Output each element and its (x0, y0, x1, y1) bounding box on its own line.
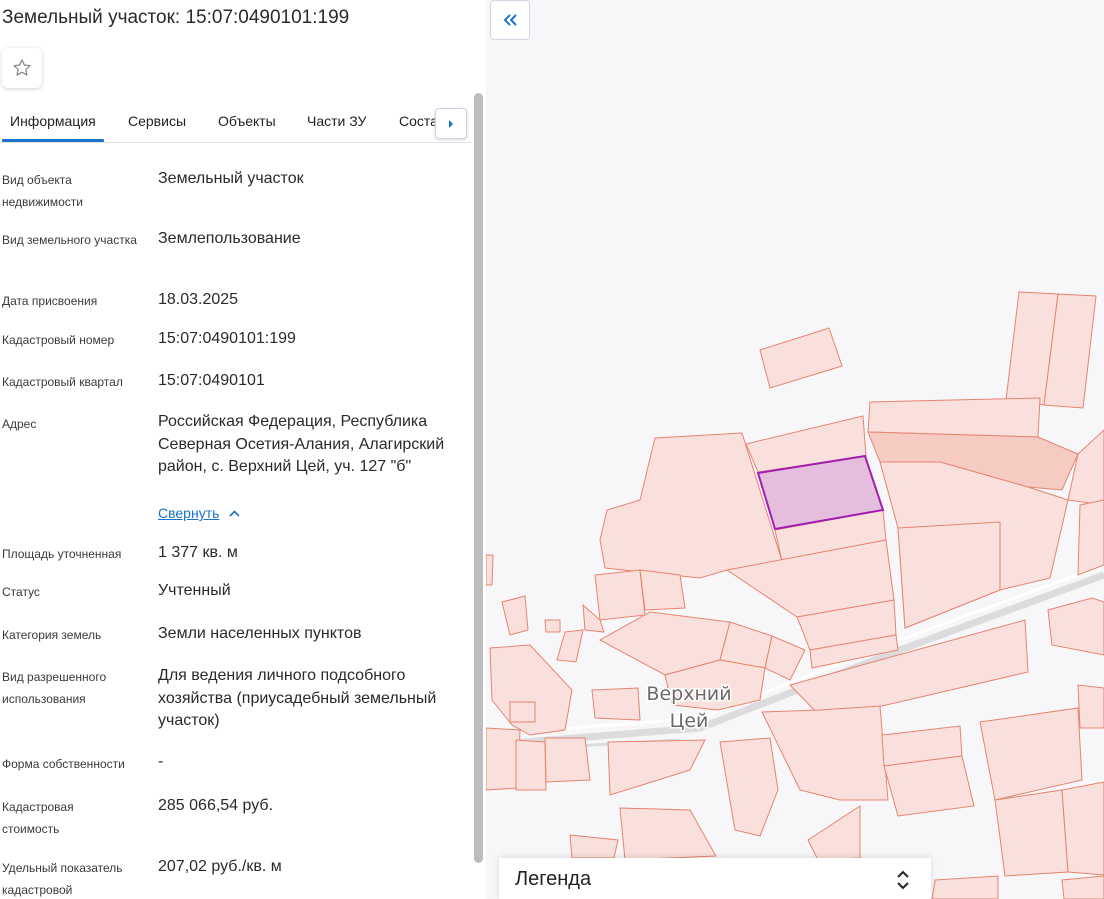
land-parcel[interactable] (515, 739, 547, 791)
tab-bar: Информация Сервисы Объекты Части ЗУ Сост… (0, 100, 472, 143)
panel-scrollbar-thumb[interactable] (474, 93, 483, 863)
tab-services[interactable]: Сервисы (128, 113, 186, 129)
place-label-line2: Цей (670, 710, 709, 732)
field-label-address: Адрес (2, 417, 37, 431)
legend-title: Легенда (515, 868, 592, 890)
land-parcel[interactable] (594, 569, 646, 621)
land-parcel[interactable] (607, 739, 706, 796)
field-value-assign-date: 18.03.2025 (158, 291, 239, 308)
land-parcel[interactable] (544, 737, 591, 783)
land-parcel[interactable] (1077, 684, 1104, 729)
active-tab-indicator (2, 139, 104, 142)
cadastral-map[interactable]: Верхний Цей (486, 0, 1104, 899)
land-parcel[interactable] (867, 397, 1041, 438)
land-parcel[interactable] (1077, 499, 1104, 576)
land-parcel[interactable] (486, 727, 521, 791)
field-label-land-category: Категория земель (2, 628, 102, 642)
field-value-land-type: Землепользование (158, 230, 301, 247)
land-parcel[interactable] (1047, 597, 1104, 656)
field-label-permitted-use: Вид разрешенного использования (2, 670, 107, 706)
land-parcel[interactable] (619, 807, 717, 861)
map-canvas[interactable]: Верхний Цей (486, 0, 1104, 899)
land-parcel[interactable] (979, 707, 1083, 801)
field-value-permitted-use: Для ведения личного подсобного хозяйства… (158, 667, 437, 729)
land-parcel[interactable] (544, 619, 561, 633)
land-parcel[interactable] (639, 569, 686, 611)
land-parcel[interactable] (591, 687, 641, 721)
field-label-assign-date: Дата присвоения (2, 294, 98, 308)
land-parcel[interactable] (994, 789, 1069, 877)
address-collapse-link[interactable]: Свернуть (158, 505, 240, 521)
tab-objects[interactable]: Объекты (218, 113, 276, 129)
land-parcel[interactable] (759, 327, 843, 389)
land-parcel[interactable] (931, 875, 999, 899)
field-label-cadastral-value: Кадастровая стоимость (2, 800, 74, 836)
field-label-cadastral-quarter: Кадастровый квартал (2, 375, 123, 389)
land-parcel[interactable] (897, 521, 1001, 629)
field-value-area: 1 377 кв. м (158, 544, 238, 561)
land-parcel[interactable] (556, 629, 584, 663)
field-label-object-type: Вид объекта недвижимости (2, 173, 83, 209)
land-parcel[interactable] (719, 737, 779, 837)
collapse-panel-button[interactable] (490, 0, 530, 40)
land-parcel[interactable] (807, 805, 861, 861)
land-parcel[interactable] (1061, 781, 1104, 876)
tab-information[interactable]: Информация (10, 113, 96, 129)
chevron-up-icon (229, 509, 240, 517)
chevron-up-down-icon[interactable] (893, 868, 913, 892)
field-label-specific-index: Удельный показатель кадастровой (2, 861, 123, 897)
field-label-cadastral-number: Кадастровый номер (2, 333, 115, 347)
field-value-land-category: Земли населенных пунктов (158, 625, 362, 642)
double-chevron-left-icon (503, 14, 517, 26)
page-title: Земельный участок: 15:07:0490101:199 (2, 7, 350, 28)
land-parcel[interactable] (1061, 875, 1104, 899)
field-label-ownership-form: Форма собственности (2, 757, 125, 771)
land-parcel[interactable] (569, 834, 619, 859)
land-parcel[interactable] (509, 701, 536, 723)
caret-right-icon (449, 119, 453, 128)
field-value-status: Учтенный (158, 582, 231, 599)
field-label-status: Статус (2, 585, 40, 599)
map-legend[interactable]: Легенда (499, 858, 931, 899)
info-panel: Земельный участок: 15:07:0490101:199 Инф… (0, 0, 486, 899)
address-collapse-label: Свернуть (158, 505, 220, 521)
field-value-cadastral-value: 285 066,54 руб. (158, 797, 274, 814)
land-parcel[interactable] (501, 595, 529, 636)
land-parcel[interactable] (1067, 429, 1104, 506)
field-label-area: Площадь уточненная (2, 547, 122, 561)
place-label-line1: Верхний (646, 683, 731, 705)
land-parcel[interactable] (883, 755, 975, 817)
field-value-specific-index: 207,02 руб./кв. м (158, 858, 282, 875)
favorite-button[interactable] (2, 48, 42, 88)
field-value-ownership-form: - (158, 753, 164, 770)
field-value-cadastral-quarter: 15:07:0490101 (158, 372, 265, 389)
field-label-land-type: Вид земельного участка (2, 233, 137, 247)
field-value-object-type: Земельный участок (158, 170, 304, 187)
star-outline-icon (13, 59, 31, 76)
land-parcel[interactable] (761, 705, 889, 801)
tab-land-parts[interactable]: Части ЗУ (307, 113, 366, 129)
field-value-address: Российская Федерация, Республика Северна… (158, 413, 445, 475)
tabs-scroll-right-button[interactable] (435, 108, 467, 139)
land-parcel[interactable] (764, 635, 806, 681)
land-parcel[interactable] (486, 554, 494, 586)
field-value-cadastral-number: 15:07:0490101:199 (158, 330, 296, 347)
